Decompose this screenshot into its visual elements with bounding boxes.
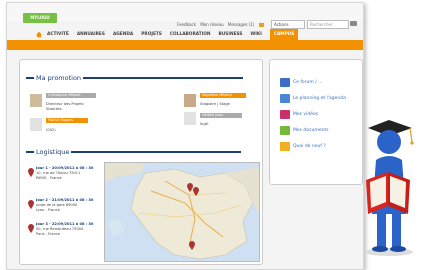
main-nav: ACTIVITÉ ANNUAIRES AGENDA PROJETS COLLAB… — [35, 29, 299, 40]
person-note: Ingé. — [200, 122, 209, 126]
logo[interactable]: MYLOGO — [23, 13, 57, 23]
person-name[interactable]: Ségolène Mittaut — [200, 93, 246, 98]
promotion-title: Ma promotion — [36, 74, 82, 82]
nav-item-projets[interactable]: PROJETS — [141, 32, 162, 37]
avatar[interactable] — [30, 94, 42, 107]
map-pin-icon — [28, 168, 34, 177]
logistique-title: Logistique — [36, 148, 70, 156]
notification-icon[interactable] — [258, 23, 264, 27]
sidebar-panel: Ce forum / ... Le planning et l'agenda M… — [269, 59, 363, 185]
sidebar-link-label: Ce forum / ... — [293, 80, 323, 85]
forum-icon — [280, 78, 290, 87]
person-name[interactable]: Patrick Rogers — [46, 118, 88, 123]
person-role: Stagiaire | Stage — [200, 102, 230, 106]
orange-banner — [7, 40, 363, 50]
calendar-icon — [280, 94, 290, 103]
sidebar-link-label: Quoi de neuf ? — [293, 144, 326, 149]
feedback-link[interactable]: Feedback — [177, 22, 196, 27]
section-title-logistique: Logistique — [26, 148, 242, 156]
logistic-entry-city: PARIS - France — [36, 176, 62, 180]
news-icon — [280, 142, 290, 151]
nav-item-collaboration[interactable]: COLLABORATION — [170, 32, 211, 37]
sidebar-link-videos[interactable]: Mes vidéos — [280, 110, 318, 119]
nav-item-business[interactable]: BUSINESS — [219, 32, 243, 37]
logistic-entry-address: route de la gare 69000 — [36, 203, 78, 207]
mail-icon[interactable] — [350, 21, 357, 26]
title-bar-right — [71, 151, 242, 153]
person-company: Stoorkes — [46, 107, 62, 111]
main-panel: Ma promotion Christophe Mittaut Directeu… — [19, 59, 263, 265]
nav-item-annuaires[interactable]: ANNUAIRES — [77, 32, 105, 37]
avatar[interactable] — [184, 112, 196, 125]
title-bar-left — [26, 77, 34, 79]
nav-item-activite[interactable]: ACTIVITÉ — [47, 32, 69, 37]
nav-item-wiki[interactable]: WIKI — [251, 32, 262, 37]
avatar[interactable] — [184, 94, 196, 107]
top-bar — [7, 3, 363, 21]
user-links: Feedback Mon réseau Messages (1) — [177, 22, 267, 27]
search-input[interactable]: Rechercher — [307, 20, 349, 29]
map-image — [105, 163, 259, 261]
map-pin-icon — [28, 224, 34, 233]
documents-icon — [280, 126, 290, 135]
nav-item-agenda[interactable]: AGENDA — [113, 32, 133, 37]
logistic-entry-title[interactable]: Jour 1 - 20/09/2011 à 08 : 30 — [36, 166, 93, 170]
sidebar-link-label: Mes vidéos — [293, 112, 319, 117]
logistic-entry-title[interactable]: Jour 2 - 21/09/2011 à 08 : 30 — [36, 198, 93, 202]
sidebar-link-forum[interactable]: Ce forum / ... — [280, 78, 322, 87]
logistic-entry-title[interactable]: Jour 3 - 22/09/2011 à 08 : 30 — [36, 222, 93, 226]
person-name[interactable]: Hélène Jean — [200, 113, 242, 118]
sidebar-link-documents[interactable]: Mes documents — [280, 126, 328, 135]
actions-select[interactable]: Actions — [271, 20, 305, 29]
nav-item-campus[interactable]: CAMPUS — [269, 29, 299, 40]
person-role: Directeur des Projets — [46, 102, 84, 106]
sidebar-link-planning[interactable]: Le planning et l'agenda — [280, 94, 346, 103]
title-bar-right — [83, 77, 244, 79]
map[interactable] — [104, 162, 260, 262]
person-name[interactable]: Christophe Mittaut — [46, 93, 96, 98]
app-window: MYLOGO Feedback Mon réseau Messages (1) … — [6, 2, 364, 270]
person-note: (002) — [46, 128, 56, 132]
logistic-entry-address: 50, rue Rambuteau 75004 — [36, 227, 84, 231]
avatar[interactable] — [30, 118, 42, 131]
title-bar-left — [26, 151, 34, 153]
section-title-promotion: Ma promotion — [26, 74, 244, 82]
sidebar-link-label: Le planning et l'agenda — [293, 96, 346, 101]
sidebar-link-label: Mes documents — [293, 128, 329, 133]
messages-link[interactable]: Messages (1) — [228, 22, 255, 27]
logistic-entry-city: Paris - France — [36, 232, 61, 236]
sidebar-link-news[interactable]: Quoi de neuf ? — [280, 142, 326, 151]
video-icon — [280, 110, 290, 119]
logistic-entry-city: Lyon - France — [36, 208, 60, 212]
network-link[interactable]: Mon réseau — [200, 22, 223, 27]
logistic-entry-address: 10, rue de l'Anjou 75011 — [36, 171, 81, 175]
map-pin-icon — [28, 200, 34, 209]
home-icon[interactable] — [35, 31, 43, 38]
map-marker-icon[interactable] — [189, 241, 195, 250]
map-marker-icon[interactable] — [193, 187, 199, 196]
graduate-reading-illustration — [365, 120, 414, 256]
